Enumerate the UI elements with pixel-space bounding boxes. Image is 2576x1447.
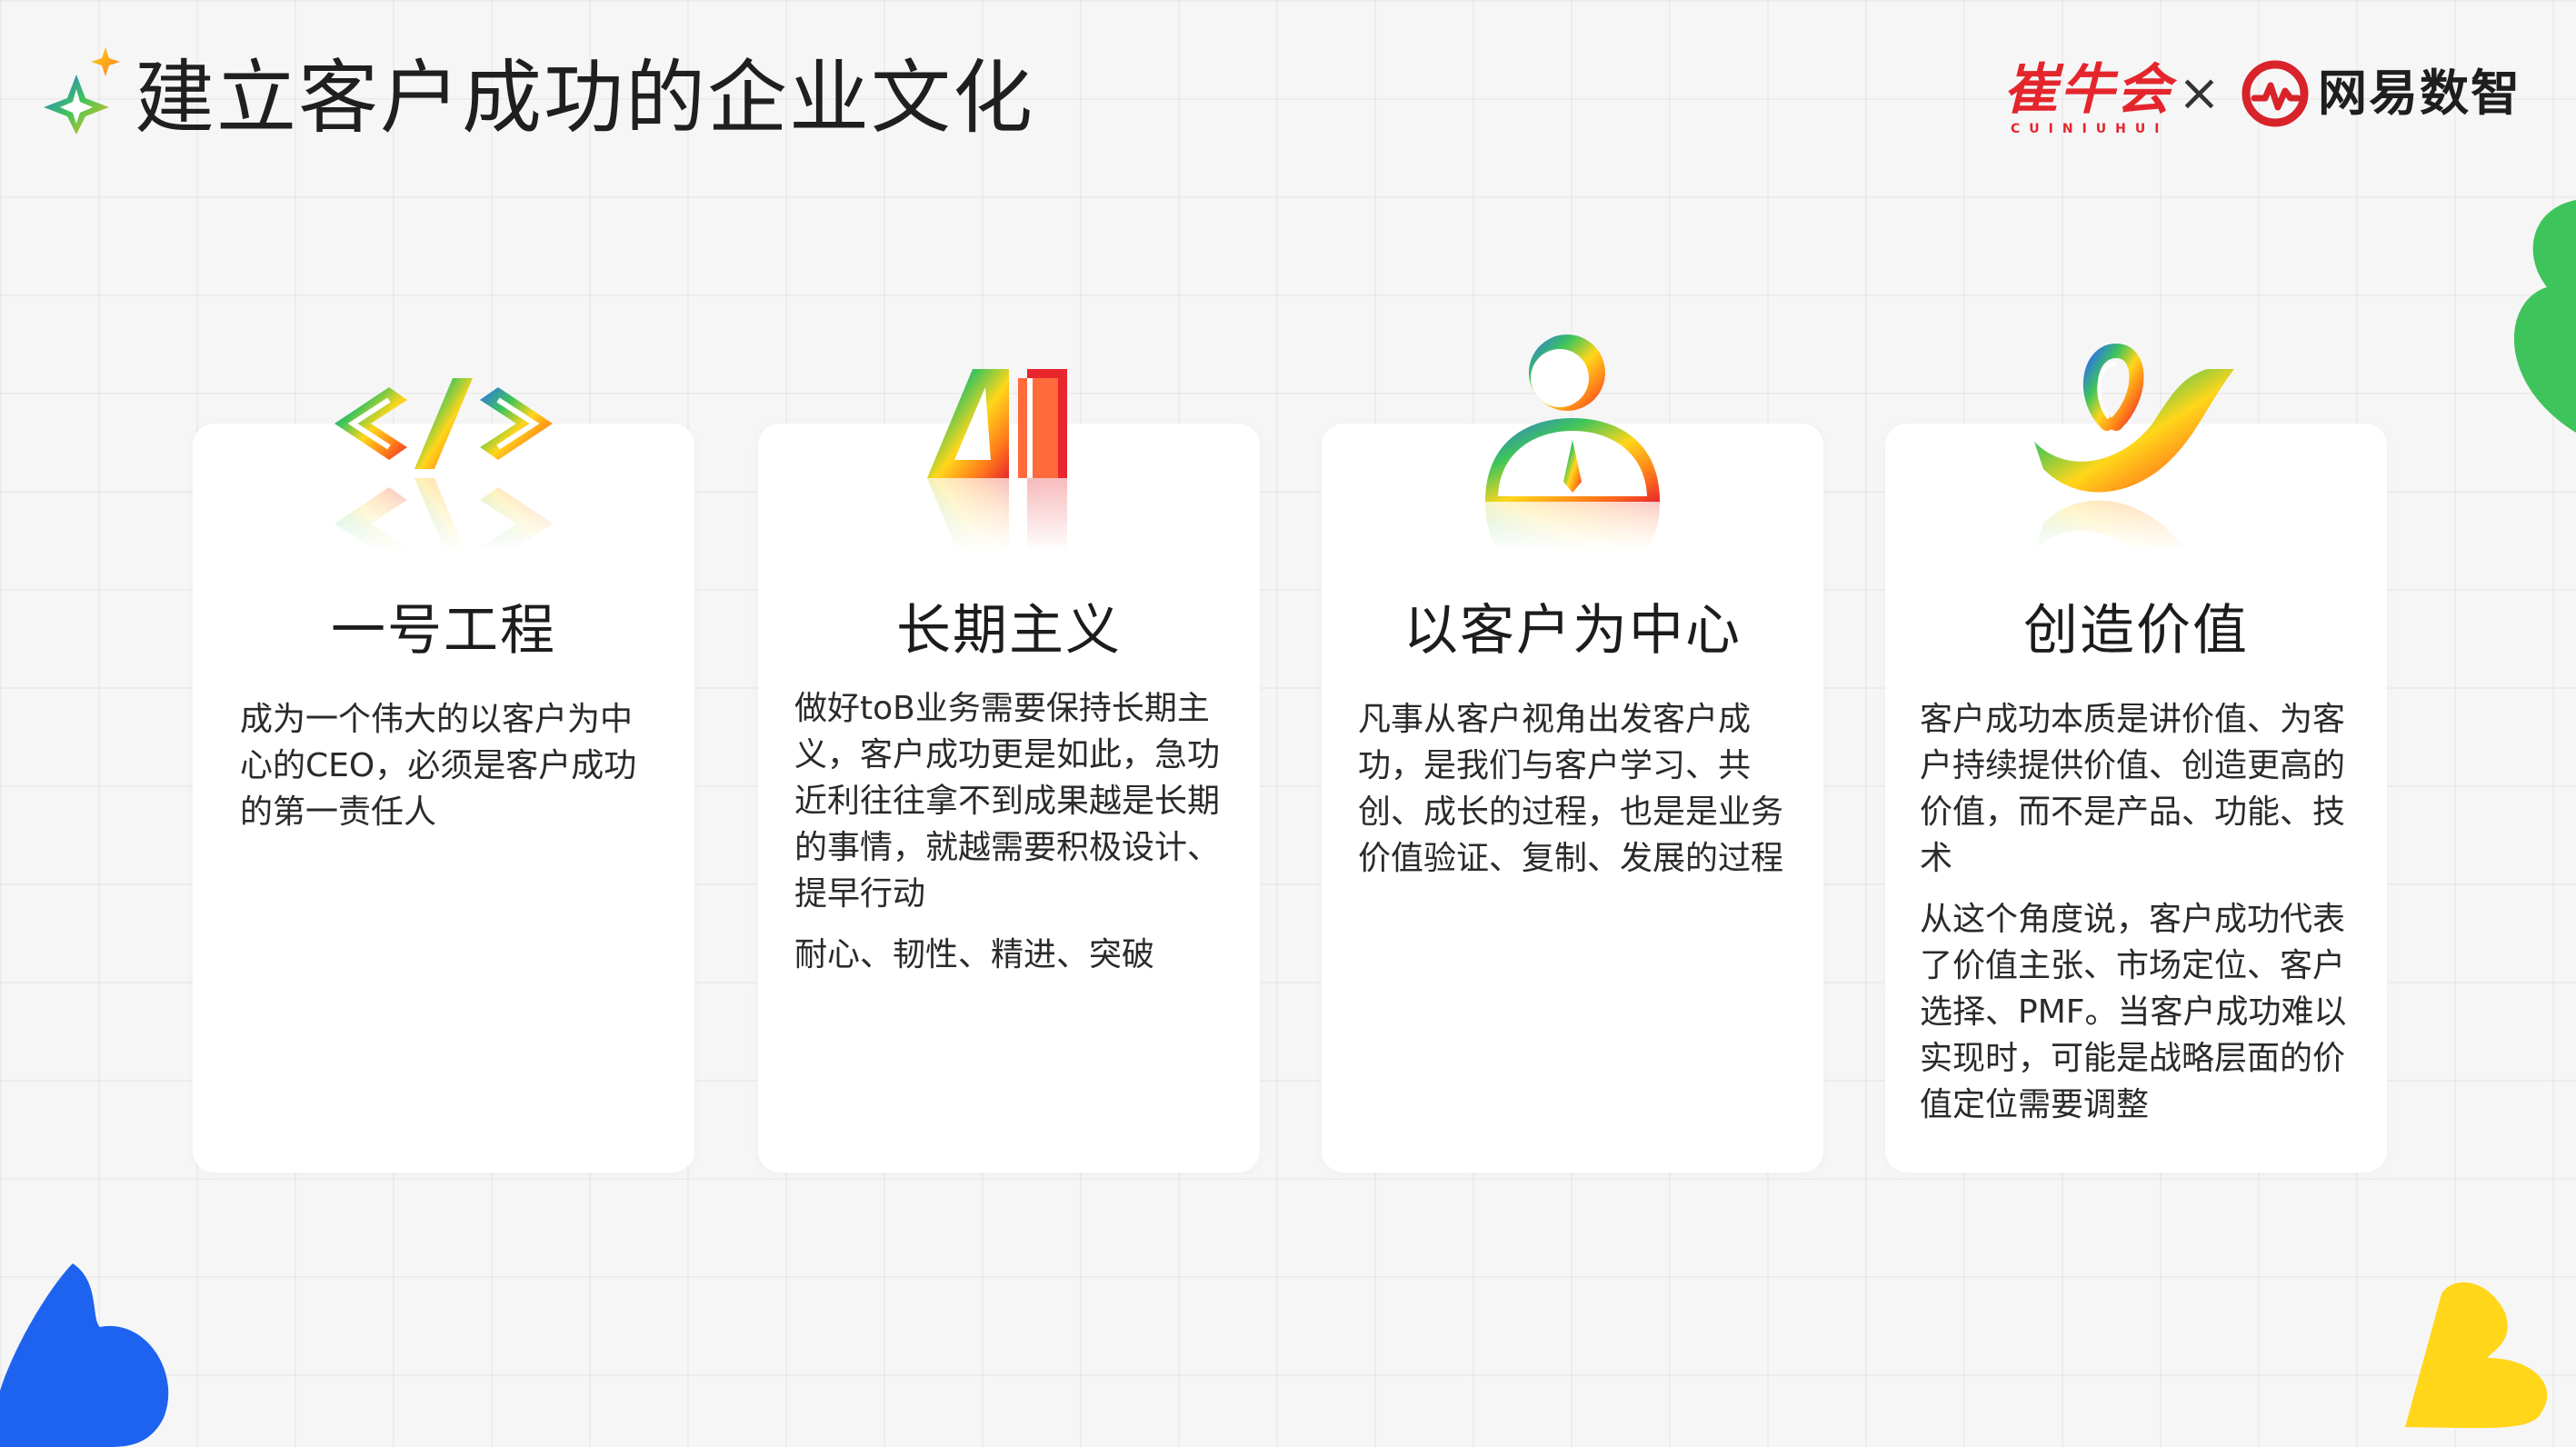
yellow-blob-decoration [2405, 1282, 2548, 1429]
blue-blob-decoration [0, 1263, 169, 1447]
card-paragraph: 成为一个伟大的以客户为中心的CEO，必须是客户成功的第一责任人 [240, 701, 637, 831]
netease-logo-icon [2242, 60, 2309, 127]
card-paragraph: 从这个角度说，客户成功代表了价值主张、市场定位、客户选择、PMF。当客户成功难以… [1920, 901, 2347, 1123]
cuiniuhui-logo-text: 崔牛会 [2003, 58, 2172, 122]
green-blob-decoration [2513, 200, 2576, 433]
ai-letters-icon [891, 369, 1127, 551]
cuiniuhui-logo-subtext: CUINIUHUI [2011, 122, 2169, 136]
card-title: 一号工程 [331, 599, 556, 663]
person-tie-icon [1454, 334, 1691, 551]
page-title: 建立客户成功的企业文化 [135, 51, 1035, 145]
card-paragraph: 客户成功本质是讲价值、为客户持续提供价值、创造更高的价值，而不是产品、功能、技术 [1920, 701, 2346, 877]
card-paragraph: 耐心、韧性、精进、突破 [794, 936, 1155, 973]
card-body: 做好toB业务需要保持长期主义，客户成功更是如此，急功近利往往拿不到成果越是长期… [794, 685, 1223, 993]
sparkle-icon [44, 47, 120, 135]
card-paragraph: 做好toB业务需要保持长期主义，客户成功更是如此，急功近利往往拿不到成果越是长期… [794, 690, 1221, 913]
cuiniuhui-logo: 崔牛会 CUINIUHUI [2003, 58, 2172, 136]
card-title: 以客户为中心 [1403, 599, 1742, 663]
logo-separator: × [2178, 64, 2221, 123]
card-paragraph: 凡事从客户视角出发客户成功，是我们与客户学习、共创、成长的过程，也是是业务价值验… [1358, 701, 1784, 877]
card-body: 成为一个伟大的以客户为中心的CEO，必须是客户成功的第一责任人 [240, 696, 658, 850]
card-title: 长期主义 [896, 599, 1122, 663]
code-brackets-icon [325, 378, 562, 551]
card-title: 创造价值 [2023, 599, 2249, 663]
card-body: 客户成功本质是讲价值、为客户持续提供价值、创造更高的价值，而不是产品、功能、技术… [1920, 696, 2351, 1143]
ribbon-icon [2016, 343, 2252, 551]
partner-logos: 崔牛会 CUINIUHUI × 网易数智 [2003, 58, 2531, 142]
card-body: 凡事从客户视角出发客户成功，是我们与客户学习、共创、成长的过程，也是是业务价值验… [1358, 696, 1787, 896]
netease-logo-text: 网易数智 [2318, 65, 2521, 122]
